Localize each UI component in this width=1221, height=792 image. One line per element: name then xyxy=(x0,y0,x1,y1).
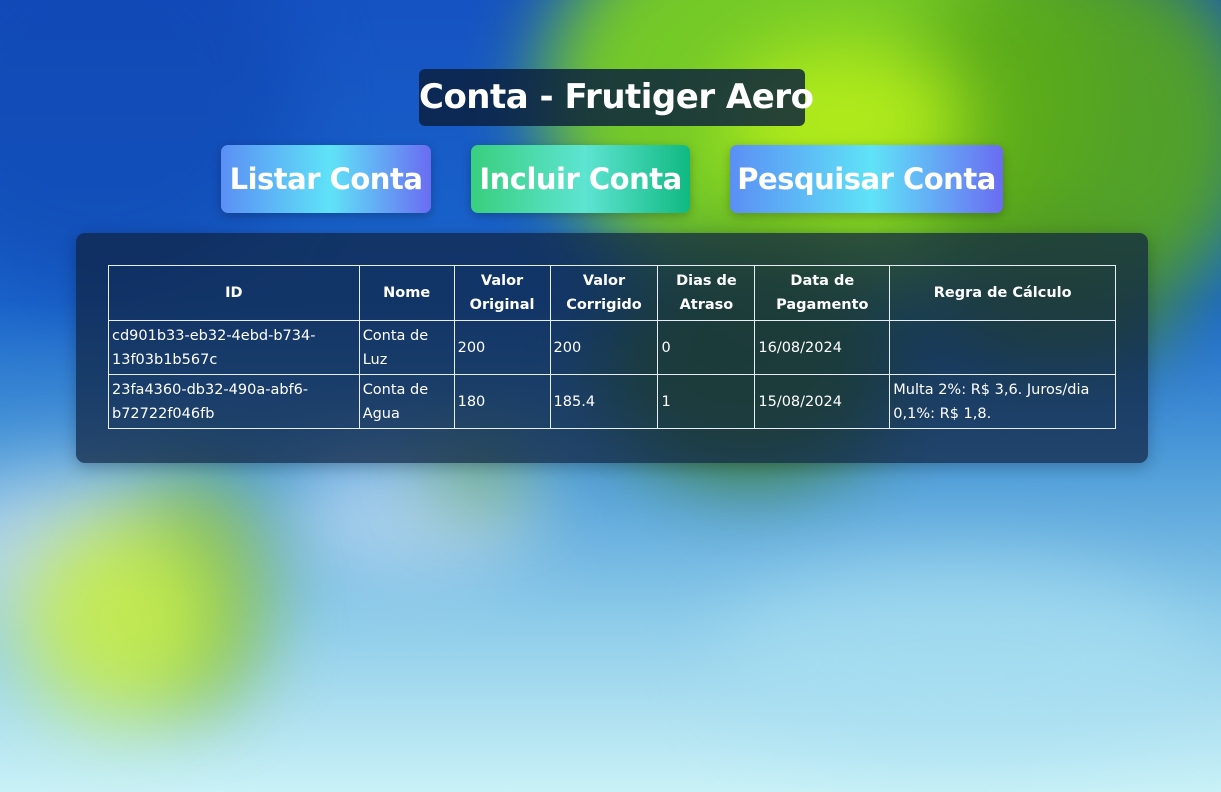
column-header-nome: Nome xyxy=(358,265,455,321)
table-header-row: ID Nome Valor Original Valor Corrigido D… xyxy=(108,265,1116,321)
add-account-button[interactable]: Incluir Conta xyxy=(471,145,690,213)
column-header-valor-original: Valor Original xyxy=(453,265,551,321)
list-account-button[interactable]: Listar Conta xyxy=(221,145,431,213)
page-title: Conta - Frutiger Aero xyxy=(419,69,814,126)
cell-data-pagamento: 16/08/2024 xyxy=(754,320,891,375)
cell-valor-original: 200 xyxy=(453,320,551,375)
accounts-table: ID Nome Valor Original Valor Corrigido D… xyxy=(108,265,1116,429)
cell-data-pagamento: 15/08/2024 xyxy=(754,374,891,429)
cell-valor-original: 180 xyxy=(453,374,551,429)
cell-nome: Conta de Luz xyxy=(358,320,455,375)
cell-regra-calculo: Multa 2%: R$ 3,6. Juros/dia 0,1%: R$ 1,8… xyxy=(889,374,1116,429)
table-row: 23fa4360-db32-490a-abf6-b72722f046fb Con… xyxy=(108,374,1116,429)
accounts-panel: ID Nome Valor Original Valor Corrigido D… xyxy=(76,233,1148,463)
column-header-dias-atraso: Dias de Atraso xyxy=(657,265,756,321)
column-header-regra-calculo: Regra de Cálculo xyxy=(889,265,1116,321)
cell-valor-corrigido: 185.4 xyxy=(549,374,659,429)
column-header-data-pagamento: Data de Pagamento xyxy=(754,265,891,321)
cell-nome: Conta de Agua xyxy=(358,374,455,429)
cell-dias-atraso: 1 xyxy=(657,374,756,429)
search-account-button[interactable]: Pesquisar Conta xyxy=(730,145,1003,213)
cell-id: 23fa4360-db32-490a-abf6-b72722f046fb xyxy=(108,374,360,429)
cell-id: cd901b33-eb32-4ebd-b734-13f03b1b567c xyxy=(108,320,360,375)
column-header-valor-corrigido: Valor Corrigido xyxy=(549,265,659,321)
table-row: cd901b33-eb32-4ebd-b734-13f03b1b567c Con… xyxy=(108,320,1116,375)
column-header-id: ID xyxy=(108,265,360,321)
cell-dias-atraso: 0 xyxy=(657,320,756,375)
cell-valor-corrigido: 200 xyxy=(549,320,659,375)
cell-regra-calculo xyxy=(889,320,1116,375)
